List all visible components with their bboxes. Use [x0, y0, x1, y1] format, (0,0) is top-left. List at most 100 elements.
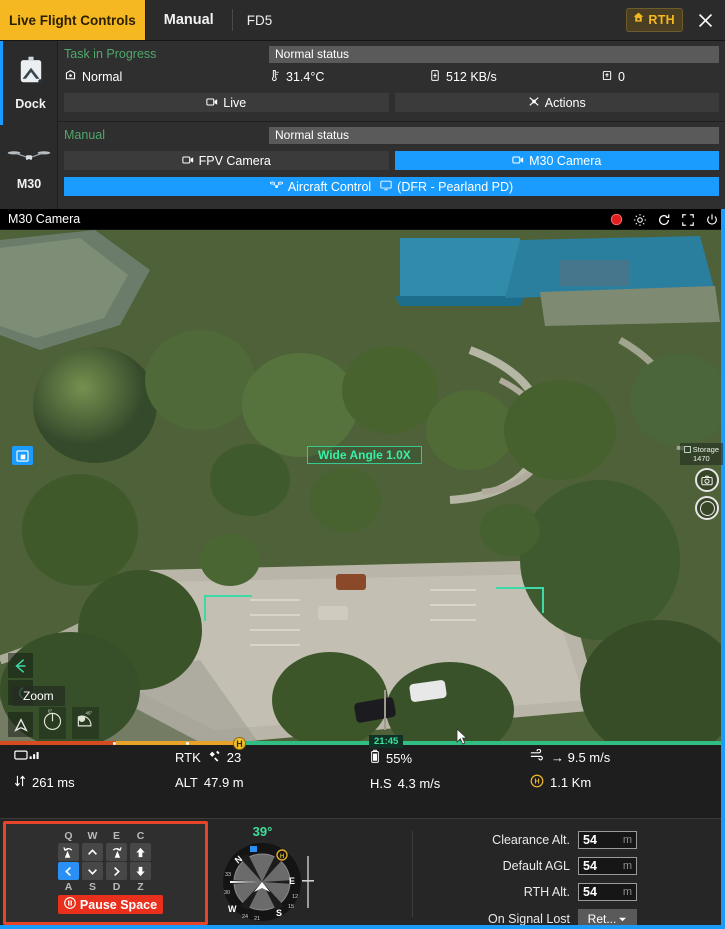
left-arrow-icon[interactable] [58, 862, 79, 880]
svg-text:W: W [228, 904, 237, 914]
timeline-segment-flown [0, 741, 116, 745]
dock-metric-uploads-value: 0 [618, 70, 625, 84]
clearance-alt-input[interactable]: 54 m [578, 831, 637, 849]
wide-angle-indicator: Wide Angle 1.0X [307, 446, 422, 464]
tracking-bracket-top-left [204, 595, 252, 621]
rtk-icon [207, 749, 221, 766]
close-icon[interactable] [692, 7, 718, 33]
fpv-camera-button[interactable]: FPV Camera [64, 151, 389, 170]
aircraft-control-button[interactable]: Aircraft Control (DFR - Pearland PD) [64, 177, 719, 196]
monitor-icon [380, 180, 392, 194]
right-arrow-icon[interactable] [106, 862, 127, 880]
dock-icon [14, 55, 48, 94]
telemetry-bar: H 21:45 [0, 745, 725, 818]
svg-text:33: 33 [225, 872, 231, 878]
camera-video-feed[interactable]: 2X 0° [0, 230, 725, 745]
key-label-d: D [106, 881, 127, 893]
telemetry-battery: 55% [370, 749, 530, 767]
zoom-button[interactable]: Zoom [12, 686, 65, 706]
key-label-e: E [106, 830, 127, 842]
fullscreen-icon[interactable] [681, 213, 695, 227]
sidebar-item-dock[interactable]: Dock [0, 41, 58, 125]
latency-icon [14, 774, 26, 791]
rth-icon [632, 11, 645, 29]
svg-text:S: S [276, 908, 282, 918]
telemetry-grid: 261 ms RTK 23 ALT 47.9 m [0, 749, 725, 791]
window-header: Live Flight Controls Manual FD5 RTH [0, 0, 725, 41]
chevron-down-icon [618, 912, 627, 926]
live-flight-controls-window: Live Flight Controls Manual FD5 RTH [0, 0, 725, 929]
camera-title-label: M30 Camera [8, 212, 80, 226]
default-agl-unit: m [623, 860, 632, 872]
key-label-w: W [82, 830, 103, 842]
refresh-icon[interactable] [657, 213, 671, 227]
sidebar-item-m30-label: M30 [17, 177, 41, 191]
m30-camera-button[interactable]: M30 Camera [395, 151, 720, 170]
storage-icon [684, 446, 691, 453]
rotate-left-icon[interactable] [58, 843, 79, 861]
camera-title-bar: M30 Camera [0, 209, 725, 230]
timeline-waypoint[interactable] [113, 742, 116, 745]
dock-metric-temperature-value: 31.4°C [286, 70, 324, 84]
m30-status-panel: Manual Normal status FPV Camera M30 Came… [58, 122, 725, 209]
svg-text:21: 21 [254, 916, 260, 922]
camera-title-icons [610, 209, 719, 230]
shutter-button[interactable] [695, 496, 719, 520]
gear-icon[interactable] [633, 213, 647, 227]
pause-button-label: Pause Space [80, 898, 157, 912]
telemetry-column-power: 55% H.S 4.3 m/s [370, 749, 530, 791]
video-icon [512, 154, 524, 168]
storage-label: Storage [693, 445, 719, 454]
camera-mode-button[interactable] [695, 468, 719, 492]
flight-timeline[interactable]: H 21:45 [0, 741, 725, 746]
dock-metric-bandwidth-value: 512 KB/s [446, 70, 497, 84]
up-arrow-icon[interactable] [82, 843, 103, 861]
down-arrow-icon[interactable] [82, 862, 103, 880]
ascend-icon[interactable] [130, 843, 151, 861]
key-label-s: S [82, 881, 103, 893]
default-agl-input[interactable]: 54 m [578, 857, 637, 875]
storage-value: 1470 [684, 454, 719, 463]
compass-heading-value: 39° [253, 824, 273, 839]
device-id-label: FD5 [247, 13, 273, 28]
dock-metric-bandwidth: 512 KB/s [429, 69, 601, 85]
telemetry-altitude-label: ALT [175, 775, 198, 790]
dock-metric-state: Normal [64, 69, 269, 85]
sidebar-item-m30[interactable]: M30 [0, 125, 58, 209]
rth-button[interactable]: RTH [626, 8, 683, 32]
keyboard-top-letters: Q W E C [58, 830, 151, 842]
svg-text:30: 30 [224, 890, 230, 896]
bottom-control-row: Q W E C [0, 818, 725, 929]
tab-live-flight-controls-label: Live Flight Controls [9, 13, 136, 28]
live-button[interactable]: Live [64, 93, 389, 112]
telemetry-rtk: RTK 23 [175, 749, 370, 766]
dock-metrics-row: Normal 31.4°C 512 KB/s 0 [58, 64, 725, 89]
descend-icon[interactable] [130, 862, 151, 880]
pause-button[interactable]: Pause Space [58, 895, 163, 914]
aircraft-control-owner: (DFR - Pearland PD) [397, 180, 513, 194]
compass-widget[interactable]: 39° N E S W 33 30 12 15 [210, 822, 315, 927]
live-button-label: Live [223, 96, 246, 110]
tab-live-flight-controls[interactable]: Live Flight Controls [0, 0, 146, 40]
record-icon[interactable] [610, 213, 623, 226]
aircraft-control-button-label: Aircraft Control [288, 180, 371, 194]
wide-angle-label: Wide Angle 1.0X [318, 448, 411, 462]
power-icon[interactable] [705, 213, 719, 227]
key-label-q: Q [58, 830, 79, 842]
telemetry-home-distance: H 1.1 Km [530, 774, 725, 791]
keyboard-top-keys [58, 843, 151, 861]
rotate-right-icon[interactable] [106, 843, 127, 861]
tab-manual[interactable]: Manual [146, 0, 232, 40]
dock-metric-uploads: 0 [601, 69, 719, 85]
rth-alt-input[interactable]: 54 m [578, 883, 637, 901]
signal-icon [14, 749, 40, 765]
timeline-waypoint[interactable] [186, 742, 189, 745]
picture-in-picture-icon[interactable] [12, 446, 33, 465]
wind-icon [530, 749, 545, 765]
actions-button[interactable]: Actions [395, 93, 720, 112]
telemetry-column-environment: → 9.5 m/s H 1.1 Km [530, 749, 725, 791]
tab-manual-label: Manual [164, 12, 214, 28]
telemetry-altitude-value: 47.9 m [204, 775, 244, 790]
fpv-camera-button-label: FPV Camera [199, 154, 271, 168]
telemetry-latency: 261 ms [14, 774, 175, 791]
